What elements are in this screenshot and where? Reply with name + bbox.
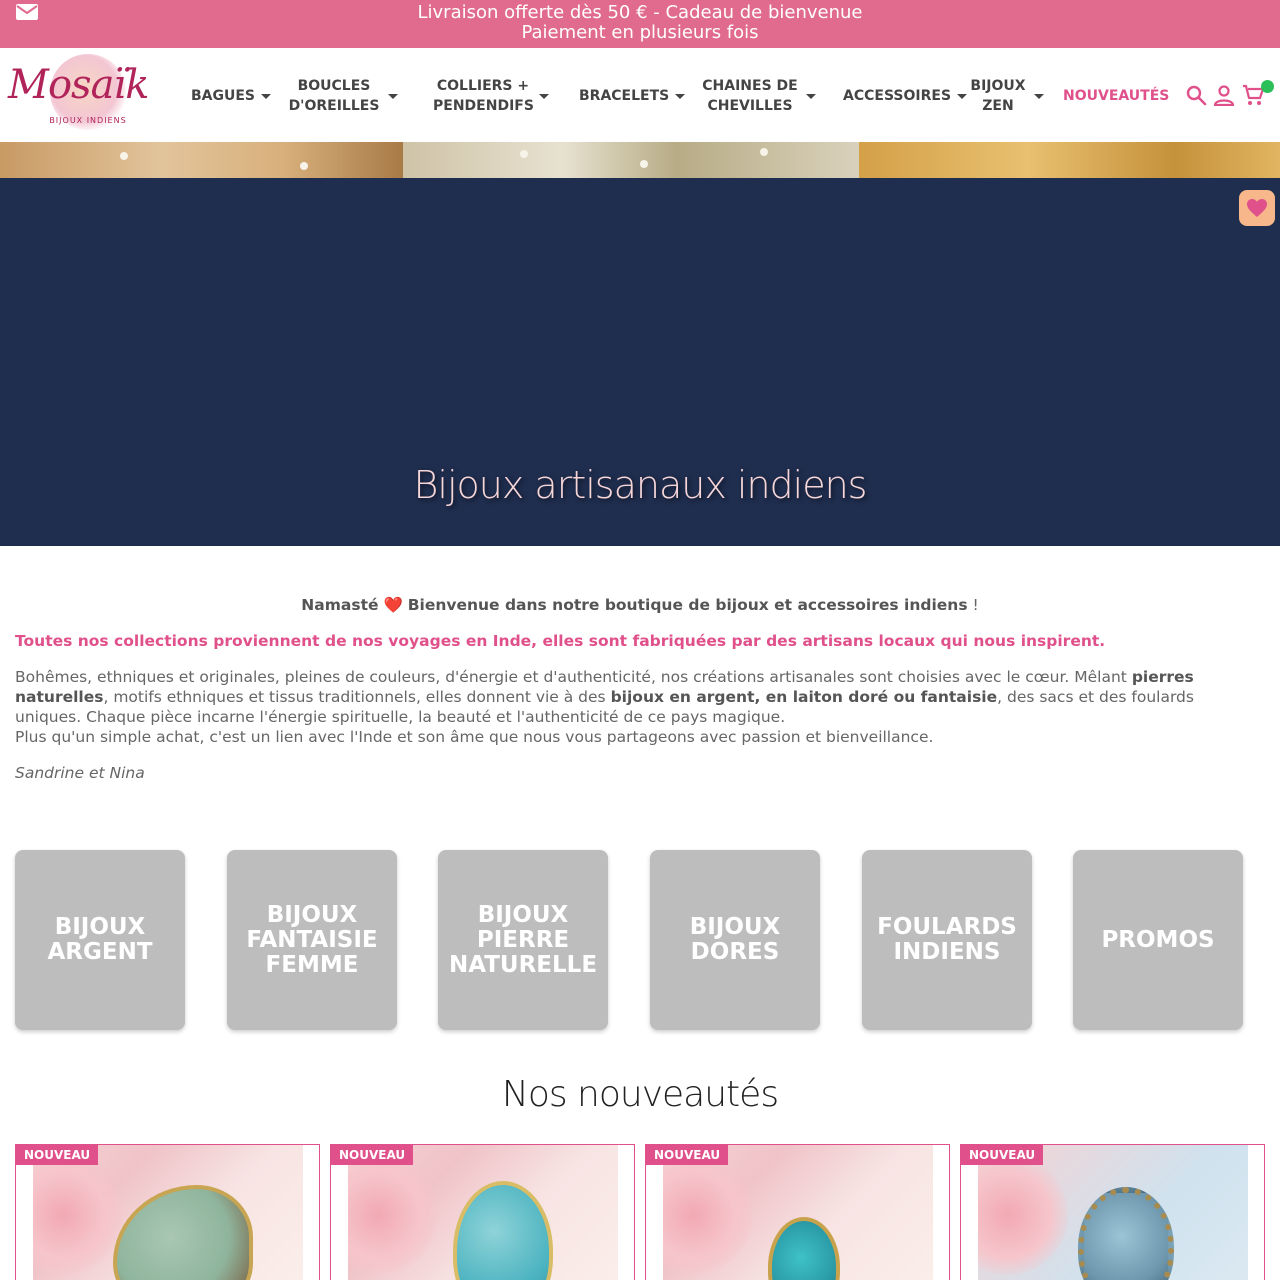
hero-banner: Bijoux artisanaux indiens: [0, 178, 1280, 546]
product-card[interactable]: NOUVEAU: [330, 1144, 635, 1280]
collections-origin-line: Toutes nos collections proviennent de no…: [15, 632, 1106, 650]
wishlist-button[interactable]: [1239, 190, 1275, 226]
heart-emoji: ❤️: [383, 596, 403, 614]
caret-down-icon: [806, 93, 816, 99]
caret-down-icon: [675, 93, 686, 99]
promo-bar: Livraison offerte dès 50 € - Cadeau de b…: [0, 0, 1280, 48]
nav-label: BIJOUX ZEN: [970, 78, 1026, 114]
heart-icon: [1247, 199, 1267, 217]
site-header: Mosaïk BIJOUX INDIENS BAGUES BOUCLES D'O…: [0, 48, 1280, 142]
banner-photo-2: [403, 142, 859, 178]
product-card[interactable]: NOUVEAU: [15, 1144, 320, 1280]
banner-photo-strip: [0, 142, 1280, 178]
caret-down-icon: [1034, 93, 1044, 99]
nav-item-boucles[interactable]: BOUCLES D'OREILLES: [286, 76, 404, 116]
new-badge: NOUVEAU: [331, 1145, 414, 1165]
flower-decor: [120, 152, 128, 160]
hero-title: Bijoux artisanaux indiens: [413, 463, 868, 507]
user-icon[interactable]: [1213, 84, 1235, 106]
welcome-prefix: Namasté: [301, 596, 379, 614]
nav-label: COLLIERS + PENDENDIFS: [433, 78, 534, 114]
category-tile-bijoux-dores[interactable]: BIJOUX DORES: [650, 850, 820, 1030]
nav-item-bijoux-zen[interactable]: BIJOUX ZEN: [968, 76, 1044, 116]
search-icon[interactable]: [1185, 84, 1207, 106]
flower-decor: [760, 148, 768, 156]
banner-photo-1: [0, 142, 403, 178]
rose-decor: [33, 1155, 123, 1275]
category-tile-bijoux-fantaisie[interactable]: BIJOUX FANTAISIE FEMME: [227, 850, 397, 1030]
logo-name: Mosaïk: [8, 62, 149, 108]
intro-text-part: Bohêmes, ethniques et originales, pleine…: [15, 668, 1132, 686]
banner-photo-3: [859, 142, 1280, 178]
product-image[interactable]: [348, 1145, 618, 1280]
nav-item-chaines[interactable]: CHAINES DE CHEVILLES: [700, 76, 826, 116]
nav-item-nouveautes[interactable]: NOUVEAUTÉS: [1063, 76, 1169, 116]
rose-decor: [663, 1155, 753, 1275]
welcome-bold: Bienvenue dans notre boutique de bijoux …: [407, 596, 968, 614]
new-badge: NOUVEAU: [16, 1145, 99, 1165]
nav-label: CHAINES DE CHEVILLES: [702, 78, 798, 114]
category-tile-bijoux-argent[interactable]: BIJOUX ARGENT: [15, 850, 185, 1030]
product-image[interactable]: [33, 1145, 303, 1280]
nav-item-bagues[interactable]: BAGUES: [191, 76, 272, 116]
caret-down-icon: [388, 93, 398, 99]
intro-text: Namasté ❤️ Bienvenue dans notre boutique…: [15, 595, 1265, 783]
flower-decor: [520, 150, 528, 158]
rose-decor: [348, 1155, 438, 1275]
promo-line-1: Livraison offerte dès 50 € - Cadeau de b…: [417, 2, 863, 23]
ring-stone-image: [768, 1217, 840, 1280]
intro-text-part: , motifs ethniques et tissus traditionne…: [103, 688, 611, 706]
welcome-suffix: !: [972, 596, 979, 614]
ring-stone-image: [453, 1181, 553, 1280]
rose-decor: [978, 1155, 1068, 1275]
category-tile-promos[interactable]: PROMOS: [1073, 850, 1243, 1030]
signature: Sandrine et Nina: [15, 764, 145, 782]
intro-text-part: Plus qu'un simple achat, c'est un lien a…: [15, 728, 934, 746]
promo-text: Livraison offerte dès 50 € - Cadeau de b…: [0, 3, 1280, 43]
flower-decor: [640, 160, 648, 168]
nav-label: BRACELETS: [579, 88, 670, 104]
new-badge: NOUVEAU: [646, 1145, 729, 1165]
cart-count-badge: [1261, 80, 1274, 93]
site-logo[interactable]: Mosaïk BIJOUX INDIENS: [8, 52, 168, 136]
nav-item-colliers[interactable]: COLLIERS + PENDENDIFS: [433, 76, 561, 116]
nav-item-bracelets[interactable]: BRACELETS: [579, 76, 686, 116]
nav-label: BOUCLES D'OREILLES: [288, 78, 380, 114]
ring-stone-image: [1078, 1187, 1174, 1280]
flower-decor: [300, 162, 308, 170]
new-products-title: Nos nouveautés: [501, 1074, 779, 1115]
nav-label: ACCESSOIRES: [843, 88, 952, 104]
nav-item-accessoires[interactable]: ACCESSOIRES: [843, 76, 968, 116]
product-image[interactable]: [663, 1145, 933, 1280]
category-tile-bijoux-pierre[interactable]: BIJOUX PIERRE NATURELLE: [438, 850, 608, 1030]
promo-line-2: Paiement en plusieurs fois: [521, 22, 759, 43]
logo-tagline: BIJOUX INDIENS: [49, 116, 127, 125]
caret-down-icon: [539, 93, 549, 99]
caret-down-icon: [957, 93, 968, 99]
nav-label: BAGUES: [191, 88, 256, 104]
nav-label: NOUVEAUTÉS: [1063, 88, 1170, 104]
product-card[interactable]: NOUVEAU: [645, 1144, 950, 1280]
intro-paragraph: Bohêmes, ethniques et originales, pleine…: [15, 667, 1265, 747]
product-card[interactable]: NOUVEAU: [960, 1144, 1265, 1280]
product-image[interactable]: [978, 1145, 1248, 1280]
caret-down-icon: [261, 93, 272, 99]
welcome-line: Namasté ❤️ Bienvenue dans notre boutique…: [15, 595, 1265, 615]
category-tile-foulards[interactable]: FOULARDS INDIENS: [862, 850, 1032, 1030]
ring-stone-image: [113, 1185, 253, 1280]
new-badge: NOUVEAU: [961, 1145, 1044, 1165]
intro-bold-part: bijoux en argent, en laiton doré ou fant…: [610, 688, 998, 706]
